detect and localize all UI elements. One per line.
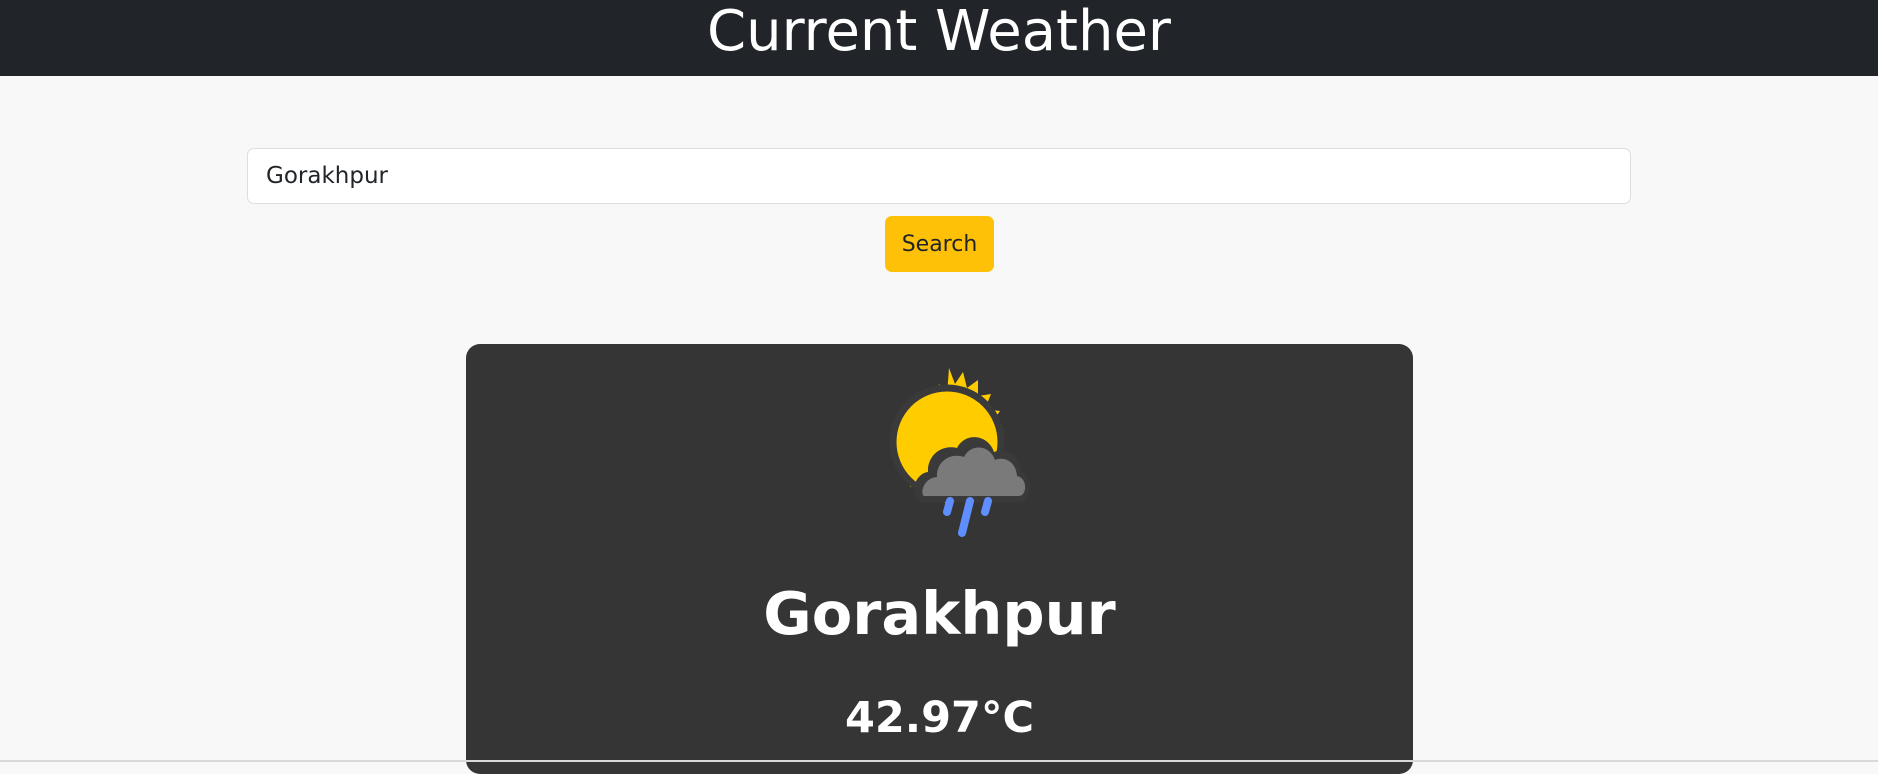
city-search-input[interactable]: [247, 148, 1631, 204]
page-title: Current Weather: [707, 0, 1171, 64]
temperature: 42.97°C: [844, 693, 1035, 743]
weather-card: Gorakhpur 42.97°C: [466, 344, 1413, 774]
rain-icon: [943, 497, 992, 537]
search-button[interactable]: Search: [885, 216, 994, 272]
sun-cloud-rain-icon: [859, 366, 1039, 546]
app-header: Current Weather: [0, 0, 1878, 76]
city-name: Gorakhpur: [763, 579, 1116, 648]
